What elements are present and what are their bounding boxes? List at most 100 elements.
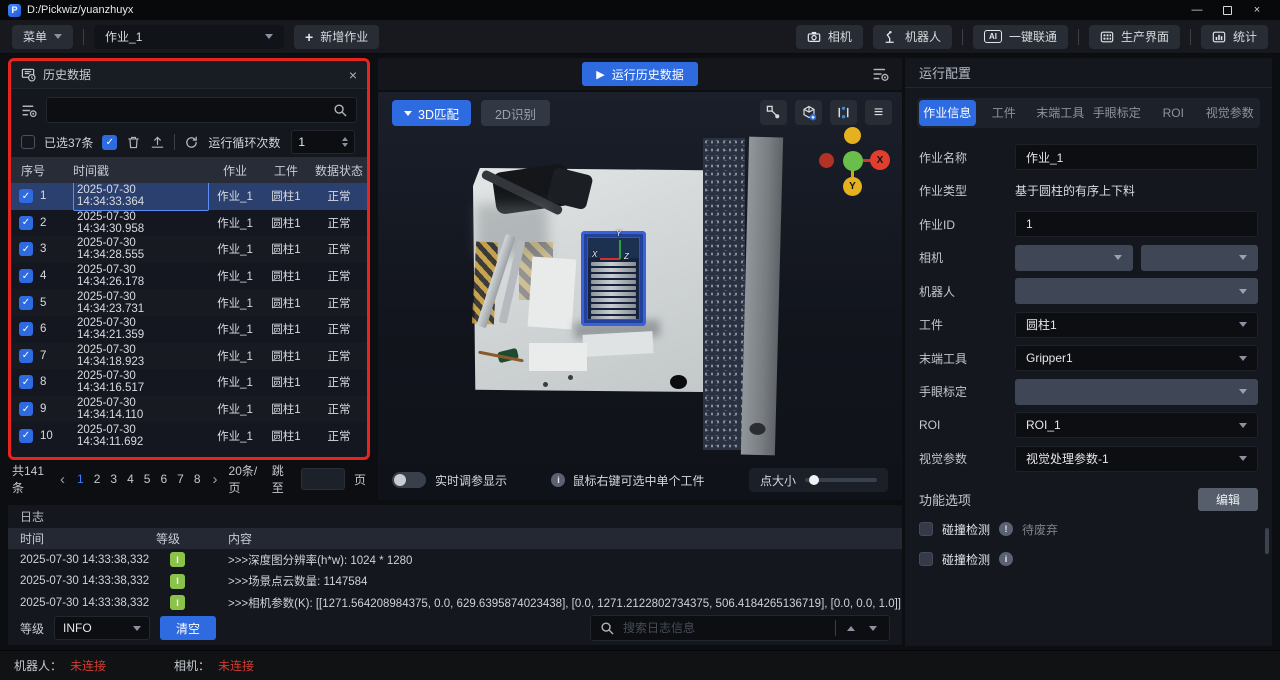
page-number[interactable]: 4 [126, 472, 135, 486]
config-tab[interactable]: ROI [1145, 100, 1202, 126]
close-button[interactable]: × [1242, 0, 1272, 20]
timestamp-cell[interactable]: 2025-07-30 14:34:28.555 [73, 234, 209, 264]
minimize-button[interactable]: — [1182, 0, 1212, 20]
page-number[interactable]: 6 [159, 472, 168, 486]
history-search-input[interactable] [55, 103, 333, 117]
viewport-menu-button[interactable]: ≡ [865, 100, 892, 125]
page-number[interactable]: 5 [143, 472, 152, 486]
gizmo-axis-y[interactable]: Y [843, 177, 862, 196]
log-row[interactable]: 2025-07-30 14:33:38,332 I >>>深度图分辨率(h*w)… [8, 549, 902, 571]
config-tab[interactable]: 视觉参数 [1202, 100, 1259, 126]
roi-select[interactable]: ROI_1 [1015, 412, 1258, 438]
timestamp-cell[interactable]: 2025-07-30 14:34:26.178 [73, 261, 209, 291]
row-checkbox[interactable]: ✓ [19, 296, 33, 310]
select-all-checkbox[interactable] [21, 135, 35, 149]
point-size-slider[interactable] [805, 478, 877, 482]
config-tab[interactable]: 手眼标定 [1089, 100, 1146, 126]
timestamp-cell[interactable]: 2025-07-30 14:34:18.923 [73, 341, 209, 371]
config-tab[interactable]: 作业信息 [919, 100, 976, 126]
config-tab[interactable]: 末端工具 [1032, 100, 1089, 126]
page-number[interactable]: 8 [193, 472, 202, 486]
table-row[interactable]: ✓ 6 2025-07-30 14:34:21.359 作业_1 圆柱1 正常 [11, 316, 367, 343]
new-job-button[interactable]: + 新增作业 [294, 25, 379, 49]
table-row[interactable]: ✓ 5 2025-07-30 14:34:23.731 作业_1 圆柱1 正常 [11, 289, 367, 316]
add-cube-tool-button[interactable] [795, 100, 822, 125]
timestamp-cell[interactable]: 2025-07-30 14:34:11.692 [73, 421, 209, 451]
collision-checkbox-2[interactable] [919, 552, 933, 566]
table-row[interactable]: ✓ 3 2025-07-30 14:34:28.555 作业_1 圆柱1 正常 [11, 236, 367, 263]
step-up-icon[interactable] [342, 137, 348, 141]
measure-tool-button[interactable] [830, 100, 857, 125]
slider-knob[interactable] [809, 475, 819, 485]
stats-button[interactable]: 统计 [1201, 25, 1268, 49]
robot-button[interactable]: 机器人 [873, 25, 952, 49]
pointcloud-viewport[interactable]: 3D匹配 2D识别 ≡ X Y [378, 92, 902, 500]
log-search-input[interactable] [623, 621, 827, 635]
display-settings-icon[interactable] [872, 65, 890, 83]
table-row[interactable]: ✓ 7 2025-07-30 14:34:18.923 作业_1 圆柱1 正常 [11, 343, 367, 370]
page-number[interactable]: 3 [109, 472, 118, 486]
row-checkbox[interactable]: ✓ [19, 375, 33, 389]
row-checkbox[interactable]: ✓ [19, 322, 33, 336]
edit-button[interactable]: 编辑 [1198, 488, 1258, 511]
table-row[interactable]: ✓ 8 2025-07-30 14:34:16.517 作业_1 圆柱1 正常 [11, 369, 367, 396]
clear-log-button[interactable]: 清空 [160, 616, 216, 640]
step-down-icon[interactable] [342, 143, 348, 147]
search-icon[interactable] [333, 103, 348, 118]
jump-page-input[interactable] [301, 468, 345, 490]
job-name-input[interactable] [1015, 144, 1258, 170]
prev-page-icon[interactable]: ‹ [58, 471, 67, 488]
tab-2d-recognize[interactable]: 2D识别 [481, 100, 550, 126]
menu-button[interactable]: 菜单 [12, 25, 73, 49]
row-checkbox[interactable]: ✓ [19, 269, 33, 283]
refresh-icon[interactable] [184, 135, 199, 150]
log-level-select[interactable]: INFO [54, 616, 150, 640]
search-prev-button[interactable] [844, 626, 858, 631]
collision-checkbox-1[interactable] [919, 522, 933, 536]
row-checkbox[interactable]: ✓ [19, 349, 33, 363]
timestamp-cell[interactable]: 2025-07-30 14:34:16.517 [73, 367, 209, 397]
job-select[interactable]: 作业_1 [94, 25, 284, 49]
gizmo-axis-top[interactable] [844, 127, 861, 144]
search-next-button[interactable] [866, 626, 880, 631]
vision-select[interactable]: 视觉处理参数-1 [1015, 446, 1258, 472]
export-icon[interactable] [150, 135, 165, 150]
row-checkbox[interactable]: ✓ [19, 402, 33, 416]
camera-select-2[interactable] [1141, 245, 1259, 271]
table-row[interactable]: ✓ 1 2025-07-30 14:34:33.364 作业_1 圆柱1 正常 [11, 183, 367, 210]
table-row[interactable]: ✓ 10 2025-07-30 14:34:11.692 作业_1 圆柱1 正常 [11, 422, 367, 449]
row-checkbox[interactable]: ✓ [19, 242, 33, 256]
table-row[interactable]: ✓ 4 2025-07-30 14:34:26.178 作业_1 圆柱1 正常 [11, 263, 367, 290]
orientation-gizmo[interactable]: X Y [818, 126, 890, 200]
next-page-icon[interactable]: › [211, 471, 220, 488]
gizmo-axis-x[interactable]: X [870, 150, 890, 170]
maximize-button[interactable] [1212, 0, 1242, 20]
camera-button[interactable]: 相机 [796, 25, 863, 49]
timestamp-cell[interactable]: 2025-07-30 14:34:21.359 [73, 314, 209, 344]
close-icon[interactable]: × [349, 67, 357, 83]
production-view-button[interactable]: 生产界面 [1089, 25, 1180, 49]
page-number[interactable]: 7 [176, 472, 185, 486]
gizmo-axis-center[interactable] [843, 151, 863, 171]
trash-icon[interactable] [126, 135, 141, 150]
timestamp-cell[interactable]: 2025-07-30 14:34:30.958 [73, 208, 209, 238]
robot-select[interactable] [1015, 278, 1258, 304]
handeye-select[interactable] [1015, 379, 1258, 405]
part-select[interactable]: 圆柱1 [1015, 312, 1258, 338]
camera-select-1[interactable] [1015, 245, 1133, 271]
row-checkbox[interactable]: ✓ [19, 189, 33, 203]
loop-count-input[interactable] [298, 135, 328, 149]
log-row[interactable]: 2025-07-30 14:33:38,332 I >>>相机参数(K): [[… [8, 592, 902, 611]
page-number[interactable]: 2 [93, 472, 102, 486]
table-row[interactable]: ✓ 9 2025-07-30 14:34:14.110 作业_1 圆柱1 正常 [11, 396, 367, 423]
run-history-button[interactable]: ▶ 运行历史数据 [582, 62, 697, 86]
log-row[interactable]: 2025-07-30 14:33:38,332 I >>>场景点云数量: 114… [8, 571, 902, 593]
timestamp-cell[interactable]: 2025-07-30 14:34:14.110 [73, 394, 209, 424]
multi-select-icon[interactable]: ✓ [102, 135, 117, 150]
timestamp-cell[interactable]: 2025-07-30 14:34:23.731 [73, 288, 209, 318]
tab-3d-match[interactable]: 3D匹配 [392, 100, 471, 126]
config-tab[interactable]: 工件 [976, 100, 1033, 126]
realtime-toggle[interactable] [392, 472, 426, 488]
page-number[interactable]: 1 [76, 472, 85, 486]
table-row[interactable]: ✓ 2 2025-07-30 14:34:30.958 作业_1 圆柱1 正常 [11, 210, 367, 237]
